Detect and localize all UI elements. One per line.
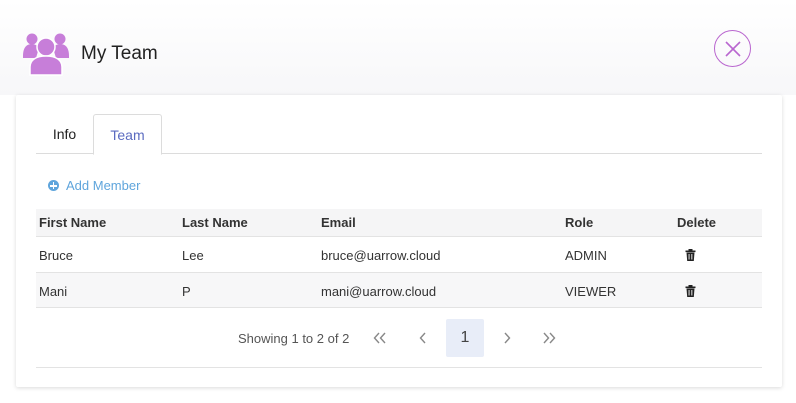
close-icon [725, 41, 741, 57]
table-row: Bruce Lee bruce@uarrow.cloud ADMIN [36, 236, 762, 272]
members-table: First Name Last Name Email Role Delete B… [36, 209, 762, 308]
column-header-first-name: First Name [39, 215, 107, 230]
previous-page-button[interactable] [404, 319, 442, 357]
close-button[interactable] [714, 30, 751, 67]
email-cell: bruce@uarrow.cloud [321, 248, 441, 263]
add-member-button[interactable]: Add Member [48, 178, 140, 193]
tab-bar: Info Team [36, 114, 762, 155]
add-member-label: Add Member [66, 178, 141, 193]
chevron-right-icon [504, 332, 511, 344]
last-page-button[interactable] [530, 319, 568, 357]
chevron-left-icon [419, 332, 426, 344]
pagination: Showing 1 to 2 of 2 1 [36, 317, 762, 368]
double-chevron-right-icon [543, 332, 556, 344]
last-name-cell: Lee [182, 248, 204, 263]
first-page-button[interactable] [361, 319, 399, 357]
next-page-button[interactable] [488, 319, 526, 357]
trash-icon[interactable] [685, 249, 696, 261]
table-header-row: First Name Last Name Email Role Delete [36, 209, 762, 236]
last-name-cell: P [182, 284, 191, 299]
trash-icon[interactable] [685, 285, 696, 297]
first-name-cell: Mani [39, 284, 68, 299]
table-row: Mani P mani@uarrow.cloud VIEWER [36, 272, 762, 308]
pagination-summary: Showing 1 to 2 of 2 [238, 331, 350, 346]
modal-title: My Team [81, 43, 158, 64]
modal-header: My Team [0, 0, 796, 95]
plus-circle-icon [48, 180, 59, 191]
page-button-current[interactable]: 1 [446, 319, 484, 357]
double-chevron-left-icon [373, 332, 386, 344]
role-cell: ADMIN [565, 248, 607, 263]
column-header-last-name: Last Name [182, 215, 248, 230]
tab-info[interactable]: Info [36, 114, 93, 154]
team-icon [23, 33, 69, 76]
team-modal: My Team Info Team Add Member First Name … [0, 0, 796, 403]
email-cell: mani@uarrow.cloud [321, 284, 437, 299]
first-name-cell: Bruce [39, 248, 73, 263]
column-header-role: Role [565, 215, 594, 230]
column-header-delete: Delete [677, 215, 717, 230]
team-card: Info Team Add Member First Name Last Nam… [16, 95, 782, 387]
tab-team[interactable]: Team [93, 114, 162, 155]
role-cell: VIEWER [565, 284, 617, 299]
column-header-email: Email [321, 215, 356, 230]
